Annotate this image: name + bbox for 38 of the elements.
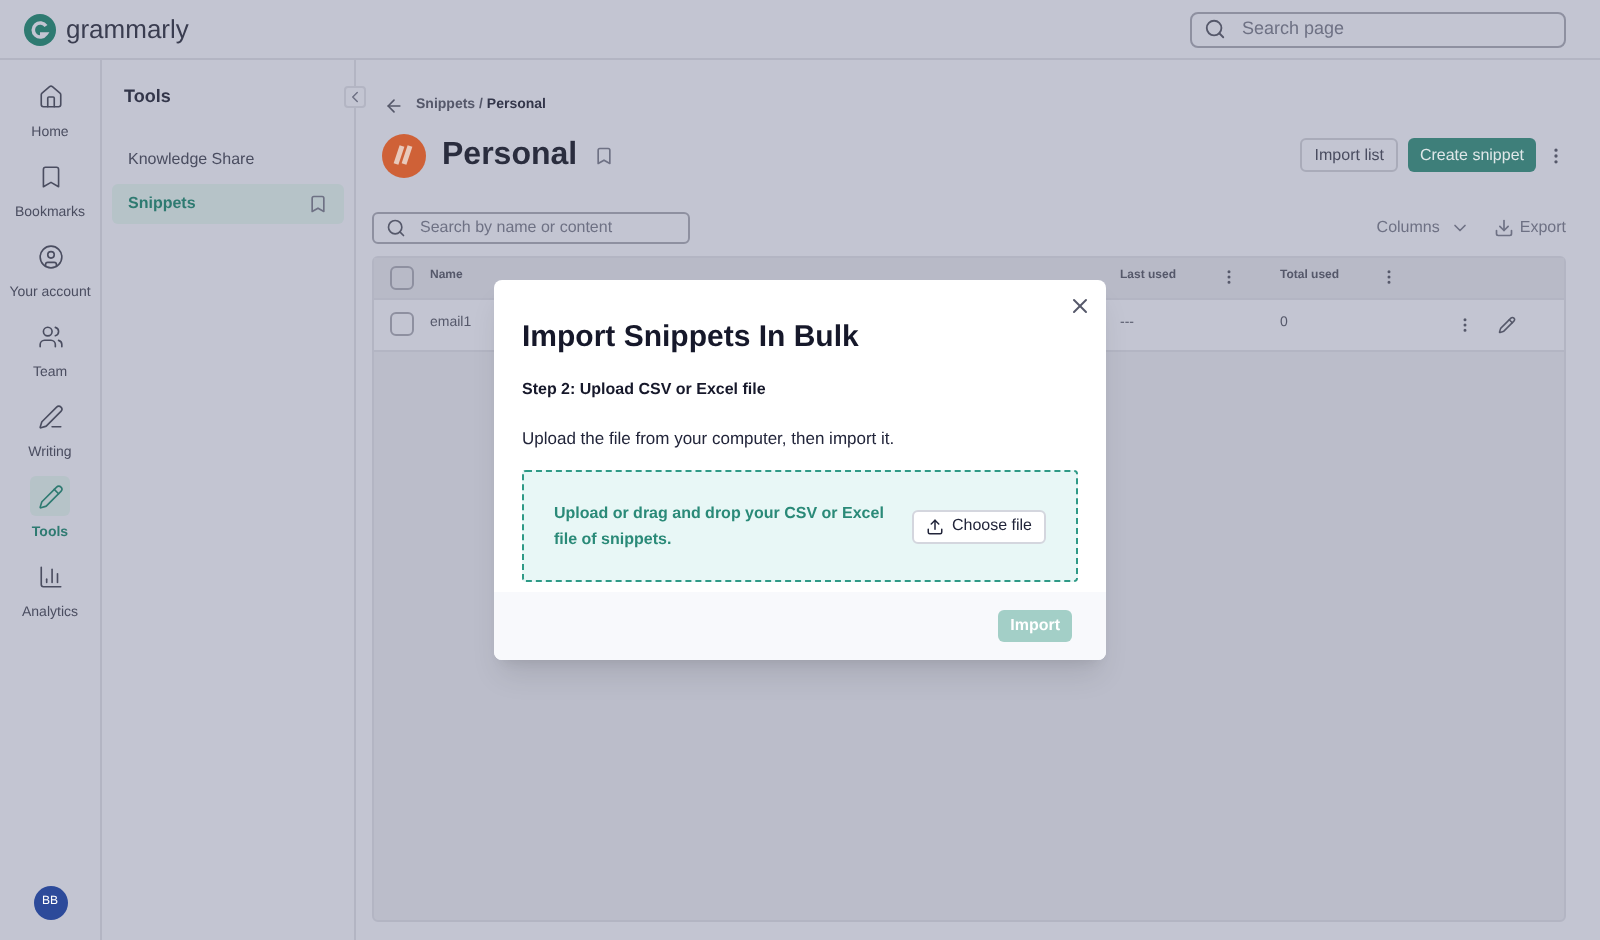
bookmark-icon[interactable] xyxy=(593,145,614,165)
modal-title: Import Snippets In Bulk xyxy=(522,318,861,358)
file-dropzone[interactable]: Upload or drag and drop your CSV or Excel file of snippets. Choose file xyxy=(522,470,1078,583)
bar-chart-icon xyxy=(37,563,63,589)
search-icon xyxy=(386,217,406,237)
import-list-button[interactable]: Import list xyxy=(1300,138,1398,172)
panel-item[interactable]: Snippets xyxy=(112,183,344,223)
search-icon xyxy=(1204,18,1226,40)
back-icon[interactable] xyxy=(384,96,404,117)
people-icon xyxy=(37,323,63,349)
collection-icon xyxy=(382,133,426,177)
bookmark-icon xyxy=(37,163,63,189)
row-checkbox[interactable] xyxy=(390,312,414,336)
choose-file-button[interactable]: Choose file xyxy=(911,509,1046,544)
search-field[interactable]: Search by name or content xyxy=(372,211,690,243)
bookmark-icon[interactable] xyxy=(308,193,328,213)
step-heading: Step 2: Upload CSV or Excel file xyxy=(522,377,768,401)
search-field[interactable]: Search page xyxy=(1190,11,1566,47)
download-icon xyxy=(1493,217,1514,237)
brand-name: grammarly xyxy=(66,11,189,48)
upload-icon xyxy=(925,517,944,536)
panel-item[interactable]: Knowledge Share xyxy=(112,139,344,179)
logo-icon xyxy=(24,13,56,45)
close-icon[interactable] xyxy=(1068,294,1092,318)
edit-icon[interactable] xyxy=(1498,315,1516,333)
person-icon xyxy=(37,243,63,269)
dropzone-text: Upload or drag and drop your CSV or Excel file of snippets. xyxy=(554,502,886,553)
collapse-icon[interactable] xyxy=(344,86,366,108)
export-button[interactable]: Export xyxy=(1493,215,1566,239)
modal-description: Upload the file from your computer, then import it. xyxy=(522,425,897,451)
page-title: Personal xyxy=(442,135,578,175)
create-snippet-button[interactable]: Create snippet xyxy=(1407,138,1536,172)
panel-title: Tools xyxy=(124,84,173,110)
pen-icon xyxy=(37,403,63,429)
pencil-icon xyxy=(37,483,63,509)
row-checkbox[interactable] xyxy=(390,265,414,289)
home-icon xyxy=(37,83,63,109)
columns-button[interactable]: Columns xyxy=(1376,215,1470,239)
